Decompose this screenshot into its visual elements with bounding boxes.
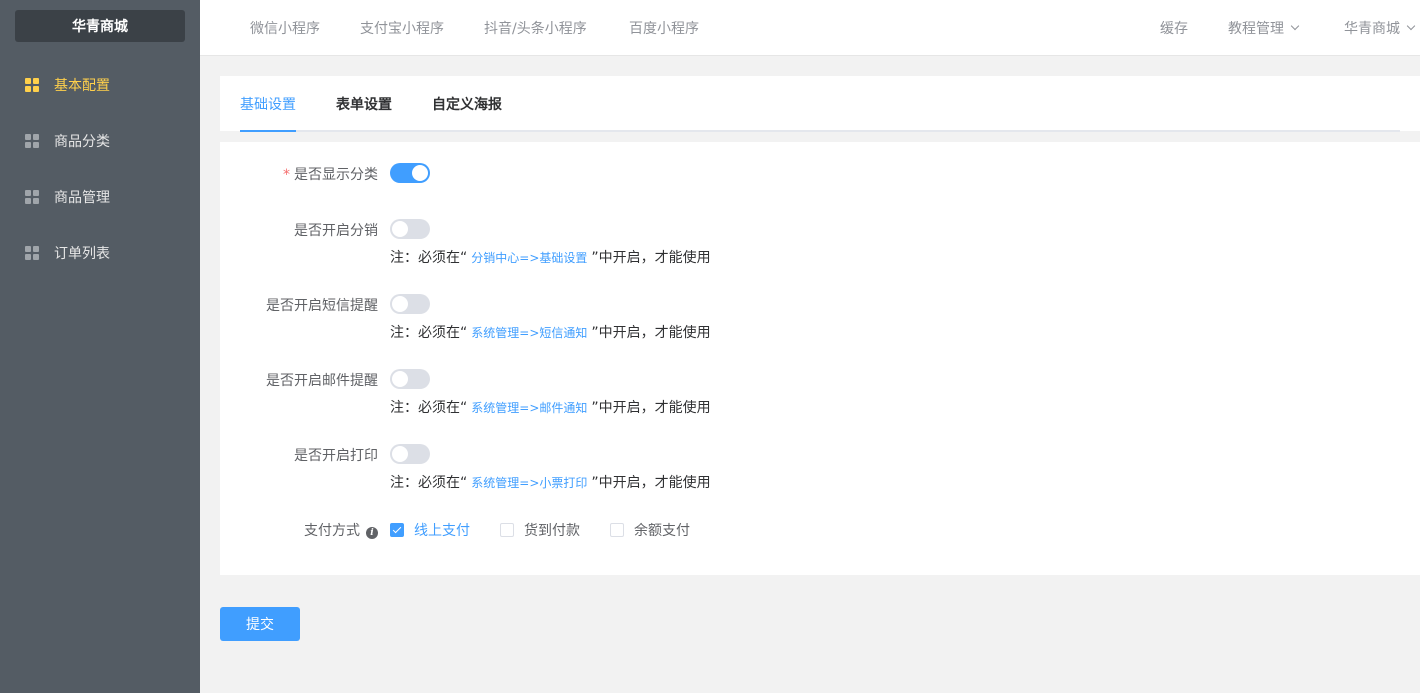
top-navbar: 微信小程序 支付宝小程序 抖音/头条小程序 百度小程序 缓存 教程管理 华青商城 — [200, 0, 1420, 56]
print-note: 注：必须在“ 系统管理=>小票打印 ”中开启，才能使用 — [390, 472, 711, 492]
note-prefix: 注：必须在“ — [390, 400, 468, 416]
nav-shop-label: 华青商城 — [1344, 21, 1400, 37]
sidebar-item-basic-config[interactable]: 基本配置 — [0, 57, 200, 113]
distribution-settings-link[interactable]: 分销中心=>基础设置 — [467, 251, 591, 265]
nav-tutorial-label: 教程管理 — [1228, 21, 1284, 37]
distribution-label: 是否开启分销 — [294, 223, 378, 239]
tab-active-indicator — [240, 130, 296, 132]
sms-settings-link[interactable]: 系统管理=>短信通知 — [467, 326, 591, 340]
payment-label-text: 支付方式 — [304, 523, 360, 539]
note-suffix: ”中开启，才能使用 — [591, 325, 711, 341]
grid-icon — [25, 246, 39, 260]
show-category-switch[interactable] — [390, 163, 430, 183]
logo: 华青商城 — [15, 10, 185, 42]
distribution-note: 注：必须在“ 分销中心=>基础设置 ”中开启，才能使用 — [390, 247, 711, 267]
tabs-card: 基础设置 表单设置 自定义海报 — [220, 76, 1420, 132]
show-category-text: 是否显示分类 — [294, 167, 378, 183]
tab-form-settings[interactable]: 表单设置 — [336, 76, 392, 132]
sms-switch[interactable] — [390, 294, 430, 314]
print-settings-link[interactable]: 系统管理=>小票打印 — [467, 476, 591, 490]
checkbox-label: 货到付款 — [524, 523, 580, 539]
nav-cache[interactable]: 缓存 — [1160, 0, 1188, 56]
sidebar-item-category[interactable]: 商品分类 — [0, 113, 200, 169]
nav-baidu[interactable]: 百度小程序 — [629, 0, 699, 56]
settings-form: * 是否显示分类 是否开启分销 注：必须在“ 分销中心=>基础设置 ”中开启，才能使用… — [220, 142, 1420, 575]
sidebar-item-orders[interactable]: 订单列表 — [0, 225, 200, 281]
payment-label: 支付方式 i — [304, 520, 378, 540]
email-switch[interactable] — [390, 369, 430, 389]
note-prefix: 注：必须在“ — [390, 475, 468, 491]
sidebar-item-label: 商品分类 — [54, 134, 110, 150]
grid-icon — [25, 190, 39, 204]
nav-wechat[interactable]: 微信小程序 — [250, 0, 320, 56]
print-switch[interactable] — [390, 444, 430, 464]
tab-basic-settings[interactable]: 基础设置 — [240, 76, 296, 132]
submit-button[interactable]: 提交 — [220, 607, 300, 641]
nav-alipay[interactable]: 支付宝小程序 — [360, 0, 444, 56]
checkbox-icon — [500, 523, 514, 537]
distribution-switch[interactable] — [390, 219, 430, 239]
chevron-down-icon — [1406, 21, 1416, 31]
email-note: 注：必须在“ 系统管理=>邮件通知 ”中开启，才能使用 — [390, 397, 711, 417]
chevron-down-icon — [1290, 21, 1300, 31]
required-mark: * — [283, 167, 290, 183]
tab-custom-poster[interactable]: 自定义海报 — [432, 76, 502, 132]
info-icon[interactable]: i — [366, 527, 378, 539]
nav-douyin[interactable]: 抖音/头条小程序 — [484, 0, 587, 56]
grid-icon — [25, 134, 39, 148]
sidebar-item-products[interactable]: 商品管理 — [0, 169, 200, 225]
note-prefix: 注：必须在“ — [390, 250, 468, 266]
sms-note: 注：必须在“ 系统管理=>短信通知 ”中开启，才能使用 — [390, 322, 711, 342]
sidebar: 华青商城 基本配置 商品分类 商品管理 订单列表 — [0, 0, 200, 693]
checkbox-checked-icon — [390, 523, 404, 537]
payment-cod-checkbox[interactable]: 货到付款 — [500, 520, 580, 540]
note-suffix: ”中开启，才能使用 — [591, 250, 711, 266]
tab-divider — [240, 130, 1400, 132]
checkbox-label: 线上支付 — [414, 523, 470, 539]
note-suffix: ”中开启，才能使用 — [591, 400, 711, 416]
grid-icon — [25, 78, 39, 92]
print-label: 是否开启打印 — [294, 448, 378, 464]
show-category-label: * 是否显示分类 — [283, 164, 378, 184]
payment-balance-checkbox[interactable]: 余额支付 — [610, 520, 690, 540]
note-suffix: ”中开启，才能使用 — [591, 475, 711, 491]
email-settings-link[interactable]: 系统管理=>邮件通知 — [467, 401, 591, 415]
sidebar-item-label: 商品管理 — [54, 190, 110, 206]
email-label: 是否开启邮件提醒 — [266, 373, 378, 389]
sidebar-item-label: 订单列表 — [54, 246, 110, 262]
payment-online-checkbox[interactable]: 线上支付 — [390, 520, 470, 540]
sidebar-item-label: 基本配置 — [54, 78, 110, 94]
nav-shop-dropdown[interactable]: 华青商城 — [1344, 0, 1416, 56]
note-prefix: 注：必须在“ — [390, 325, 468, 341]
checkbox-label: 余额支付 — [634, 523, 690, 539]
nav-tutorial-dropdown[interactable]: 教程管理 — [1228, 0, 1300, 56]
sms-label: 是否开启短信提醒 — [266, 298, 378, 314]
checkbox-icon — [610, 523, 624, 537]
